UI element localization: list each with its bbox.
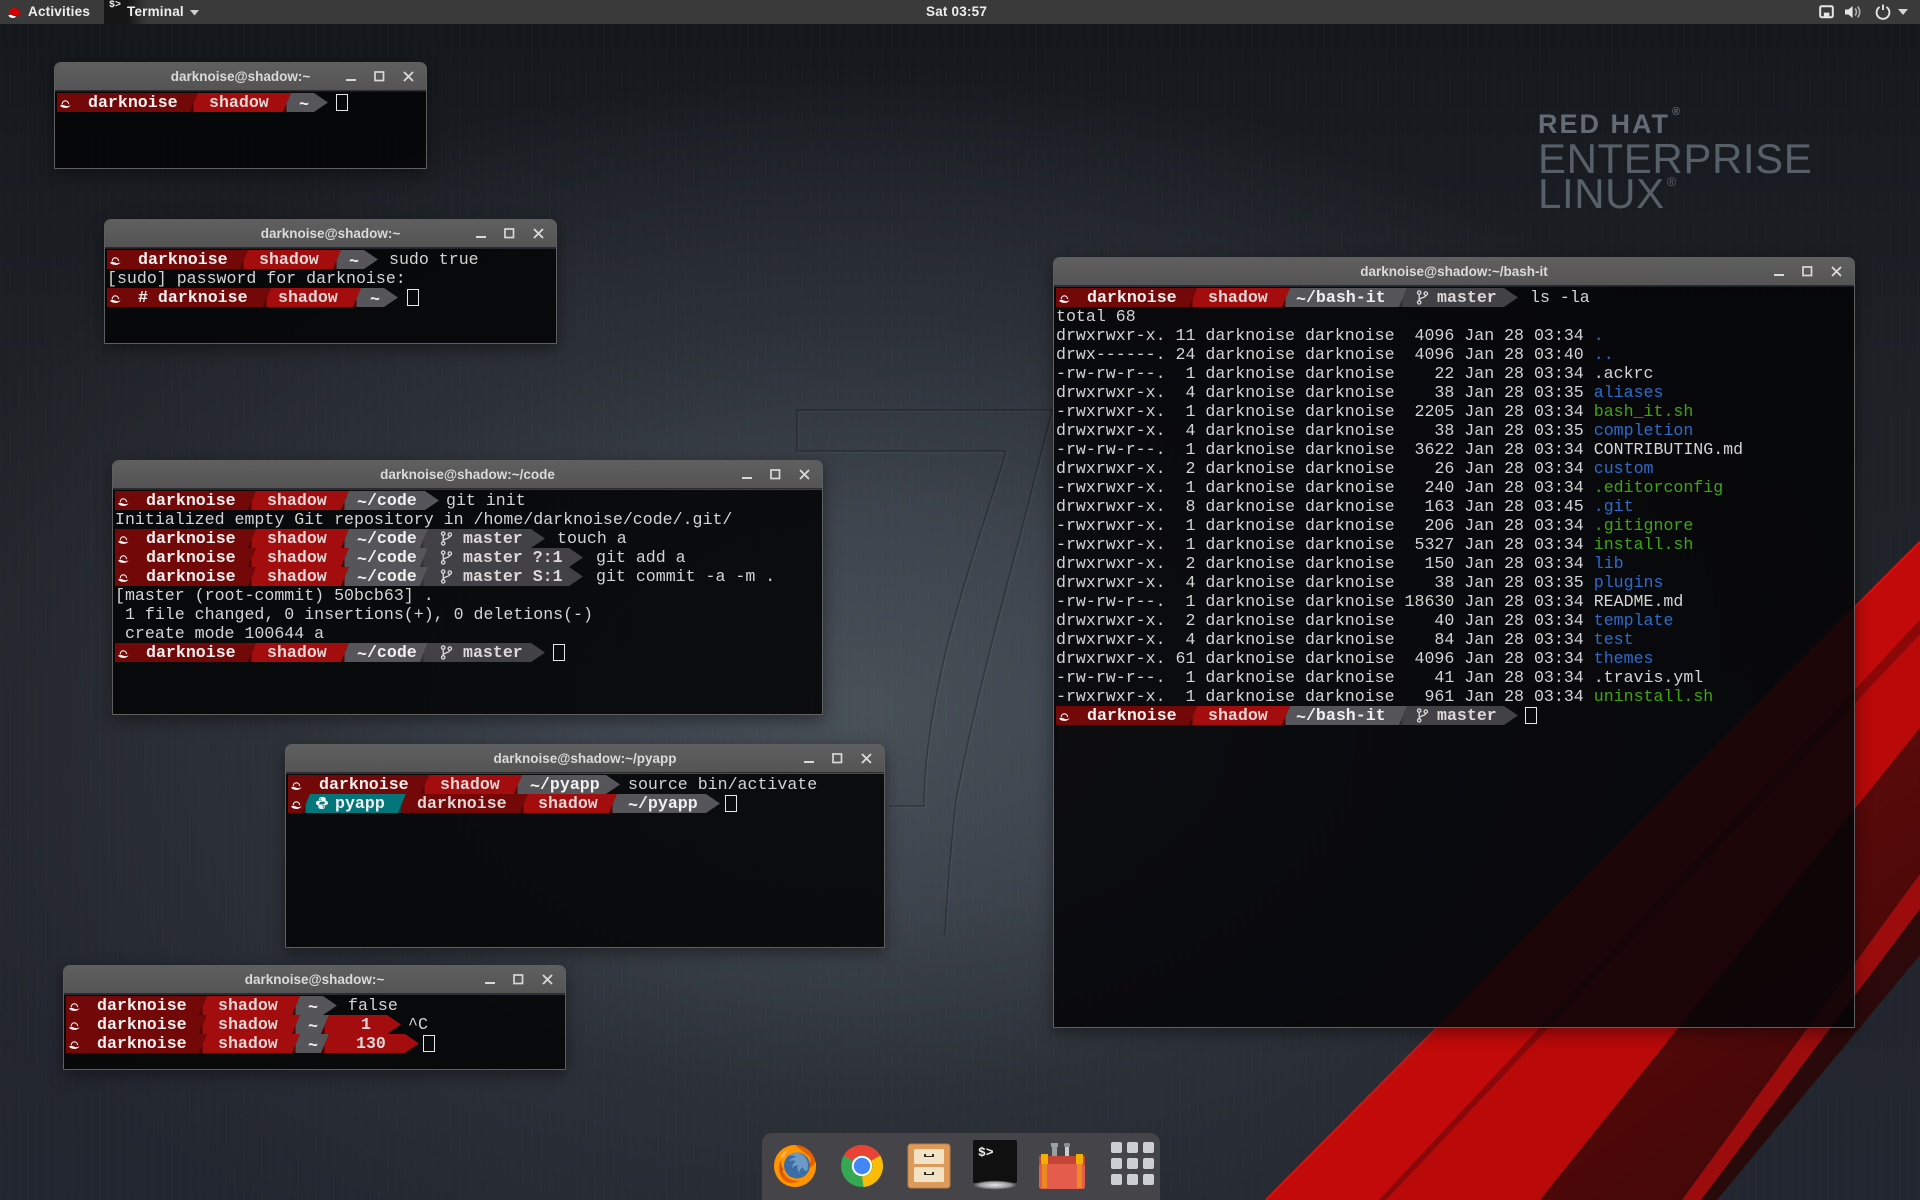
svg-text:$>: $>: [978, 1145, 994, 1160]
